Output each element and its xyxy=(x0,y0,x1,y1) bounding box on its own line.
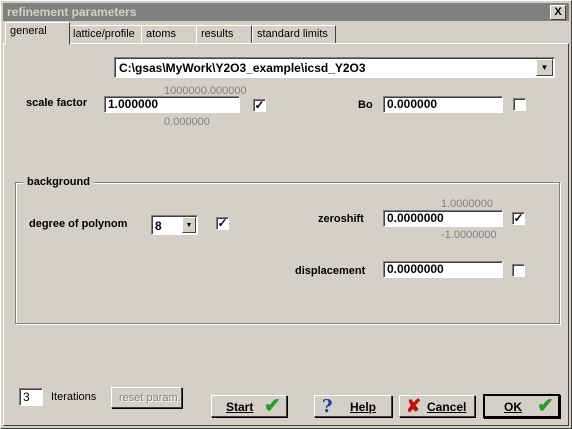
degree-of-polynom-select[interactable]: 8 ▼ xyxy=(151,215,198,235)
scale-min-hint: 0.000000 xyxy=(164,116,210,128)
tab-general-label: general xyxy=(10,25,47,37)
scale-factor-checkbox[interactable]: ✓ xyxy=(253,99,266,112)
cancel-button[interactable]: ✘ Cancel xyxy=(399,395,475,417)
zeroshift-label: zeroshift xyxy=(318,213,364,225)
iterations-input[interactable] xyxy=(19,388,43,406)
chevron-down-icon[interactable]: ▼ xyxy=(182,217,196,233)
close-button[interactable]: X xyxy=(550,5,566,20)
ok-label: OK xyxy=(504,400,522,414)
tab-atoms-label: atoms xyxy=(146,28,176,40)
title-bar: refinement parameters X xyxy=(3,3,569,21)
refinement-parameters-window: refinement parameters X general lattice/… xyxy=(0,0,572,429)
ok-button[interactable]: OK ✔ xyxy=(483,394,560,418)
bo-checkbox[interactable] xyxy=(513,98,526,111)
tab-results[interactable]: results xyxy=(196,25,252,43)
chevron-down-icon[interactable]: ▼ xyxy=(536,59,553,76)
degree-of-polynom-label: degree of polynom xyxy=(29,218,128,230)
start-label: Start xyxy=(226,400,254,414)
tab-standard-limits-label: standard limits xyxy=(257,28,328,40)
displacement-checkbox[interactable] xyxy=(512,264,525,277)
displacement-label: displacement xyxy=(295,265,366,277)
background-group-label: background xyxy=(23,176,94,188)
check-icon: ✔ xyxy=(264,395,281,417)
tab-lattice-profile-label: lattice/profile xyxy=(73,28,135,40)
reset-param-label: reset param. xyxy=(119,392,181,404)
cancel-label: Cancel xyxy=(427,400,467,414)
help-icon: ? xyxy=(322,396,333,417)
check-icon: ✔ xyxy=(537,395,554,417)
bo-input[interactable] xyxy=(383,96,503,113)
iterations-label: Iterations xyxy=(51,391,97,403)
file-select[interactable]: C:\gsas\MyWork\Y2O3_example\icsd_Y2O3 ▼ xyxy=(114,57,555,78)
scale-factor-input[interactable] xyxy=(104,96,240,113)
zeroshift-checkbox[interactable]: ✓ xyxy=(512,212,525,225)
help-label: Help xyxy=(350,400,377,414)
file-select-value: C:\gsas\MyWork\Y2O3_example\icsd_Y2O3 xyxy=(119,61,366,75)
zeroshift-input[interactable] xyxy=(383,210,503,227)
tab-atoms[interactable]: atoms xyxy=(141,25,197,43)
zeroshift-min-hint: -1.0000000 xyxy=(441,229,497,241)
tab-standard-limits[interactable]: standard limits xyxy=(252,25,336,43)
displacement-input[interactable] xyxy=(383,261,503,278)
bo-label: Bo xyxy=(358,99,373,111)
zeroshift-max-hint: 1.0000000 xyxy=(441,198,493,210)
help-button[interactable]: ? Help xyxy=(314,395,392,417)
tab-lattice-profile[interactable]: lattice/profile xyxy=(68,25,142,43)
degree-of-polynom-value: 8 xyxy=(155,219,162,233)
tab-results-label: results xyxy=(201,28,234,40)
reset-param-button[interactable]: reset param. xyxy=(111,387,182,408)
close-icon: X xyxy=(554,6,562,18)
window-title: refinement parameters xyxy=(7,5,137,19)
degree-of-polynom-checkbox[interactable]: ✓ xyxy=(216,217,229,230)
tab-general[interactable]: general xyxy=(5,22,70,45)
start-button[interactable]: Start ✔ xyxy=(211,395,287,417)
close-icon: ✘ xyxy=(406,396,422,416)
scale-factor-label: scale factor xyxy=(26,97,88,109)
